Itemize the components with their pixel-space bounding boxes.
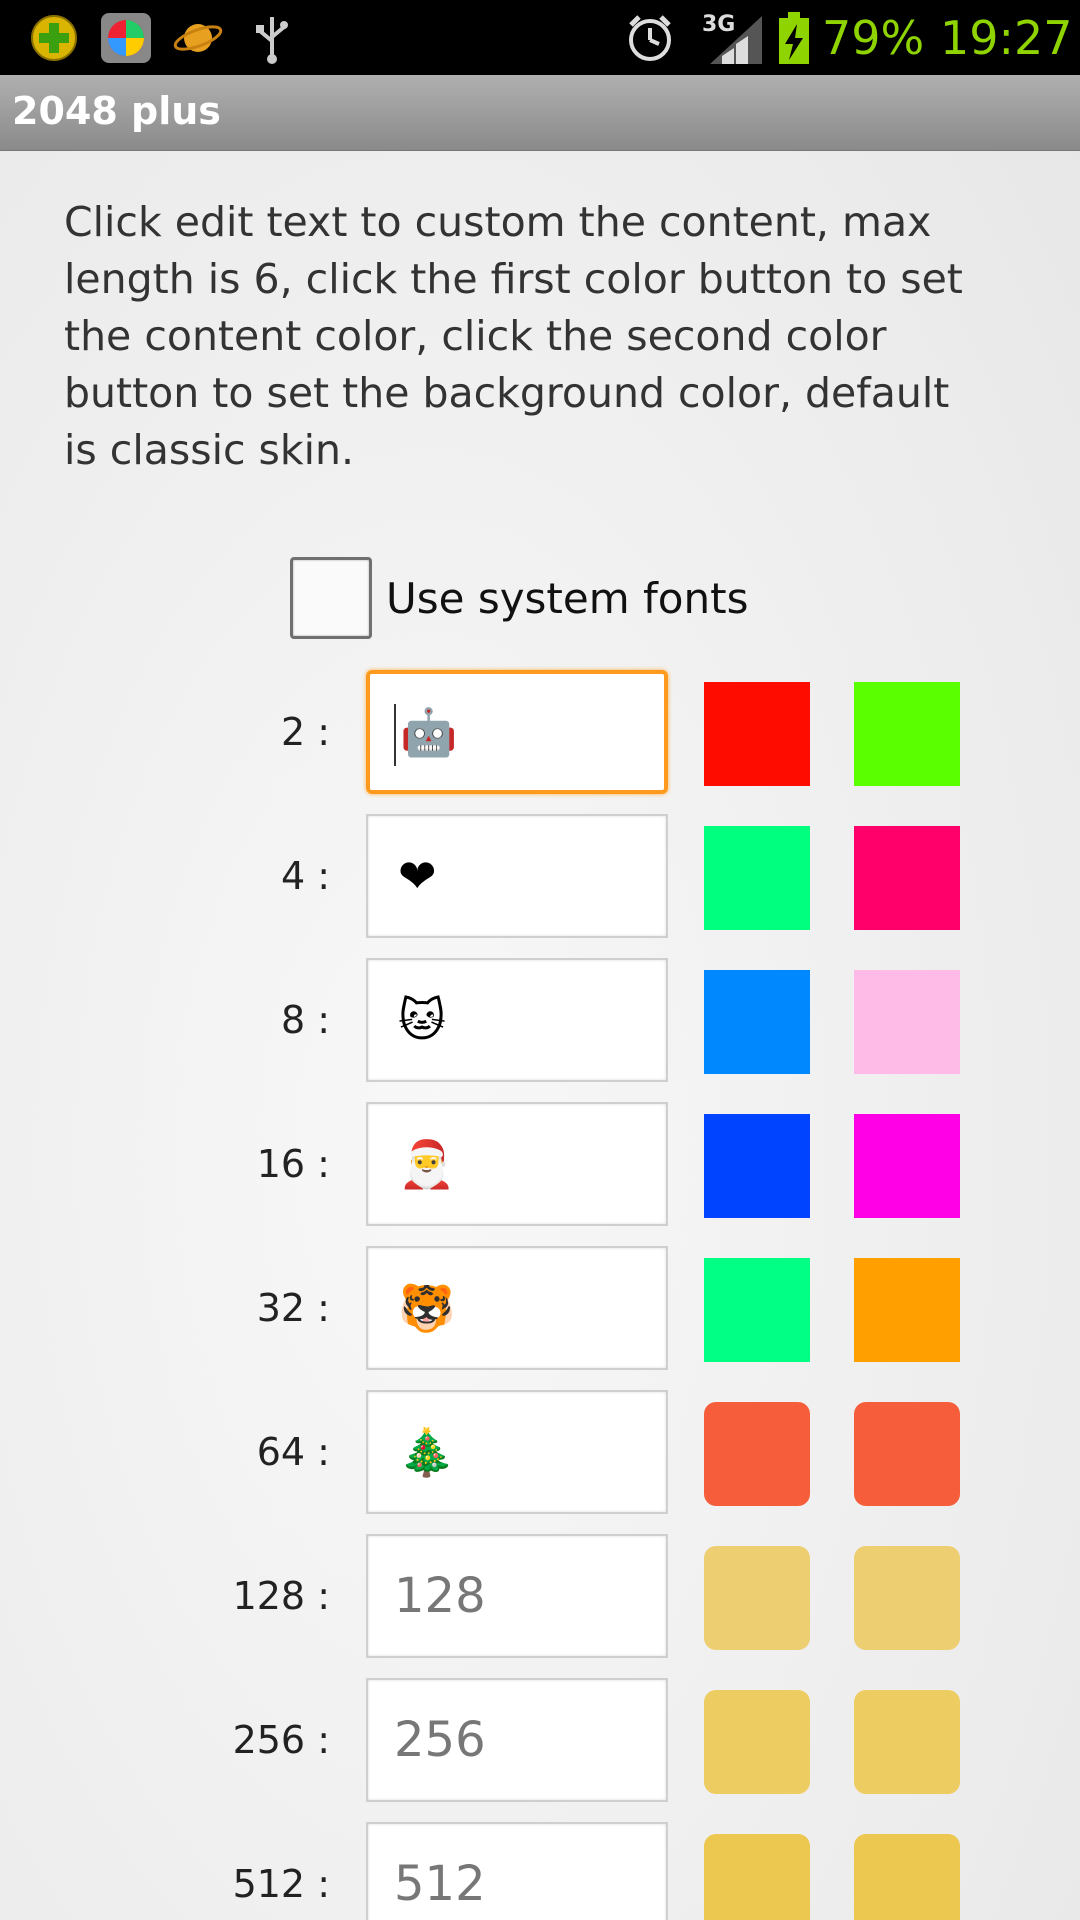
usb-icon	[244, 10, 299, 65]
content-color-button[interactable]	[704, 970, 810, 1074]
tile-content-input[interactable]: 256	[366, 1678, 668, 1802]
system-fonts-checkbox[interactable]	[290, 557, 372, 639]
content-color-button[interactable]	[704, 826, 810, 930]
tile-row: 256 : 256	[0, 1678, 1080, 1822]
tile-row: 8 : 🐱	[0, 958, 1080, 1102]
tile-content-text: 512	[394, 1856, 486, 1912]
tile-content-input[interactable]: 🐯	[366, 1246, 668, 1370]
tile-value-label: 128 :	[232, 1574, 330, 1618]
tile-value-label: 256 :	[232, 1718, 330, 1762]
tile-content-input[interactable]: 🤖	[366, 670, 668, 794]
tile-content-input[interactable]: 512	[366, 1822, 668, 1920]
status-bar: 3G 79% 19:27	[0, 0, 1080, 75]
alarm-icon	[622, 10, 677, 65]
tile-value-label: 8 :	[280, 998, 330, 1042]
background-color-button[interactable]	[854, 970, 960, 1074]
background-color-button[interactable]	[854, 682, 960, 786]
app-title: 2048 plus	[12, 89, 221, 133]
tile-row: 128 : 128	[0, 1534, 1080, 1678]
tile-row: 512 : 512	[0, 1822, 1080, 1920]
tile-row: 32 : 🐯	[0, 1246, 1080, 1390]
tile-value-label: 16 :	[256, 1142, 330, 1186]
network-label: 3G	[702, 12, 736, 37]
tile-value-label: 2 :	[280, 710, 330, 754]
tile-content-input[interactable]: 🐱	[366, 958, 668, 1082]
instructions-text: Click edit text to custom the content, m…	[64, 198, 963, 474]
system-fonts-label: Use system fonts	[386, 573, 749, 623]
background-color-button[interactable]	[854, 1114, 960, 1218]
content-color-button[interactable]	[704, 1690, 810, 1794]
tile-value-label: 4 :	[280, 854, 330, 898]
tile-row: 64 : 🎄	[0, 1390, 1080, 1534]
heart-icon: ❤	[398, 849, 437, 903]
planet-icon	[170, 10, 225, 65]
tile-content-input[interactable]: 128	[366, 1534, 668, 1658]
clock: 19:27	[940, 10, 1073, 65]
tiger-icon: 🐯	[398, 1281, 456, 1335]
system-fonts-option[interactable]: Use system fonts	[290, 555, 748, 641]
content-color-button[interactable]	[704, 1258, 810, 1362]
tile-content-input[interactable]: 🎅	[366, 1102, 668, 1226]
santa-icon: 🎅	[398, 1137, 456, 1191]
tile-row: 4 : ❤	[0, 814, 1080, 958]
text-cursor	[394, 704, 396, 766]
action-bar: 2048 plus	[0, 75, 1080, 151]
background-color-button[interactable]	[854, 1402, 960, 1506]
background-color-button[interactable]	[854, 1546, 960, 1650]
battery-charging-icon	[774, 10, 814, 65]
tile-row: 2 : 🤖	[0, 670, 1080, 814]
tile-content-text: 256	[394, 1712, 486, 1768]
christmas-tree-icon: 🎄	[398, 1425, 456, 1479]
android-robot-icon: 🤖	[400, 705, 458, 759]
network-3g-icon: 3G	[700, 10, 766, 65]
tile-row: 16 : 🎅	[0, 1102, 1080, 1246]
tile-value-label: 32 :	[256, 1286, 330, 1330]
background-color-button[interactable]	[854, 1258, 960, 1362]
cat-icon: 🐱	[398, 993, 446, 1047]
background-color-button[interactable]	[854, 826, 960, 930]
content-color-button[interactable]	[704, 682, 810, 786]
background-color-button[interactable]	[854, 1834, 960, 1920]
tile-value-label: 64 :	[256, 1430, 330, 1474]
background-color-button[interactable]	[854, 1690, 960, 1794]
content-color-button[interactable]	[704, 1114, 810, 1218]
beach-ball-app-icon	[98, 10, 153, 65]
content-color-button[interactable]	[704, 1546, 810, 1650]
tile-content-input[interactable]: ❤	[366, 814, 668, 938]
battery-percent: 79%	[822, 10, 925, 65]
content-color-button[interactable]	[704, 1834, 810, 1920]
tile-content-text: 128	[394, 1568, 486, 1624]
tile-content-input[interactable]: 🎄	[366, 1390, 668, 1514]
plus-badge-icon	[26, 10, 81, 65]
tile-value-label: 512 :	[232, 1862, 330, 1906]
content-color-button[interactable]	[704, 1402, 810, 1506]
